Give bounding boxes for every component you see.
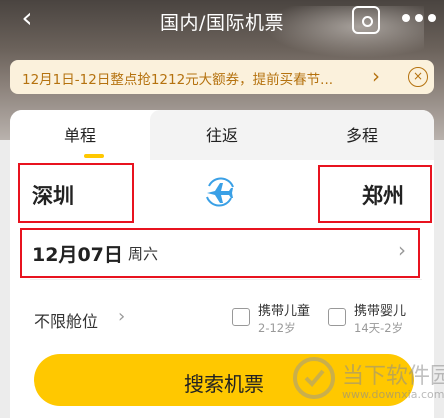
promo-banner[interactable]: 12月1日-12日整点抢1212元大额券，提前买春节... › ×	[10, 60, 434, 94]
child-option-age: 2-12岁	[258, 321, 296, 335]
tab-inactive-background	[150, 110, 434, 160]
child-option-label: 携带儿童	[258, 304, 311, 319]
tab-round-trip[interactable]: 往返	[206, 122, 238, 146]
promo-banner-text: 12月1日-12日整点抢1212元大额券，提前买春节...	[22, 72, 334, 88]
infant-checkbox[interactable]	[328, 308, 346, 326]
highlight-arrival-city	[318, 165, 432, 223]
divider	[30, 279, 422, 280]
highlight-departure-city	[18, 163, 134, 223]
chevron-right-icon[interactable]: ›	[372, 64, 380, 88]
infant-option-age: 14天-2岁	[354, 321, 404, 335]
tab-one-way[interactable]: 单程	[64, 122, 96, 146]
highlight-date	[20, 228, 420, 278]
watermark: 当下软件园 www.downxia.com	[292, 354, 444, 418]
infant-option-label: 携带婴儿	[354, 304, 407, 319]
more-dots-icon[interactable]	[402, 14, 438, 24]
chevron-right-icon[interactable]: ›	[118, 306, 125, 327]
child-checkbox[interactable]	[232, 308, 250, 326]
plane-swap-icon[interactable]	[200, 172, 240, 212]
trip-type-tabs: 单程 往返 多程	[10, 110, 434, 160]
screenshot-icon[interactable]	[352, 6, 380, 34]
active-tab-indicator	[84, 154, 104, 158]
watermark-logo-icon	[292, 356, 336, 400]
watermark-url: www.downxia.com	[342, 388, 444, 401]
close-icon[interactable]: ×	[408, 67, 428, 87]
cabin-class-selector[interactable]: 不限舱位	[34, 308, 98, 332]
watermark-text: 当下软件园	[342, 364, 444, 389]
tab-multi-city[interactable]: 多程	[346, 122, 378, 146]
